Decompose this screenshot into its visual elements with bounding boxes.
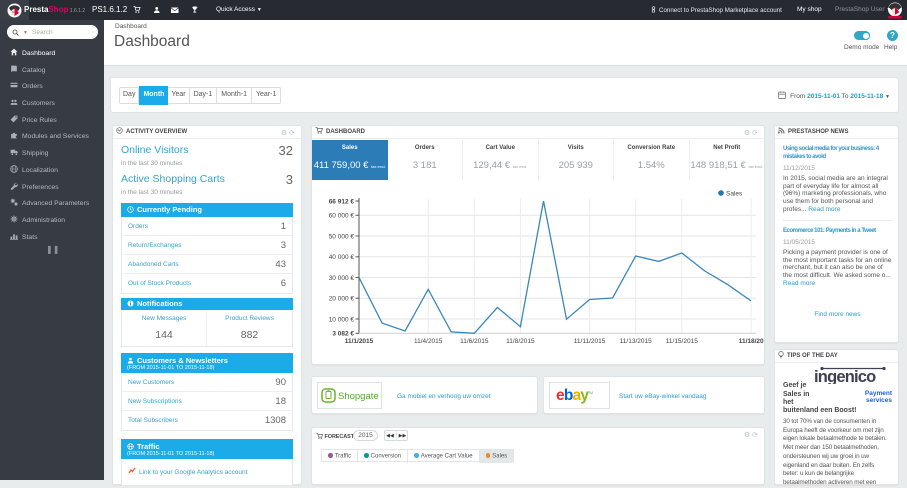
svg-text:11/15/2015: 11/15/2015 [666,338,698,345]
svg-text:Sales: Sales [726,191,743,198]
svg-text:11/1/2015: 11/1/2015 [345,338,374,345]
svg-text:40 000 €: 40 000 € [329,254,355,261]
svg-text:60 000 €: 60 000 € [329,213,355,220]
svg-text:20 000 €: 20 000 € [329,296,355,303]
svg-text:30 000 €: 30 000 € [329,275,355,282]
svg-text:11/11/2015: 11/11/2015 [574,338,606,345]
svg-text:50 000 €: 50 000 € [329,233,355,240]
svg-text:3 082 €: 3 082 € [332,331,354,338]
svg-text:ingenico: ingenico [814,368,876,384]
svg-text:10 000 €: 10 000 € [329,316,355,323]
svg-text:11/18/201: 11/18/201 [739,338,764,345]
svg-text:66 912 €: 66 912 € [329,198,355,205]
svg-text:11/13/2015: 11/13/2015 [620,338,652,345]
svg-text:11/8/2015: 11/8/2015 [506,338,535,345]
svg-text:11/4/2015: 11/4/2015 [414,338,443,345]
svg-text:11/6/2015: 11/6/2015 [460,338,489,345]
